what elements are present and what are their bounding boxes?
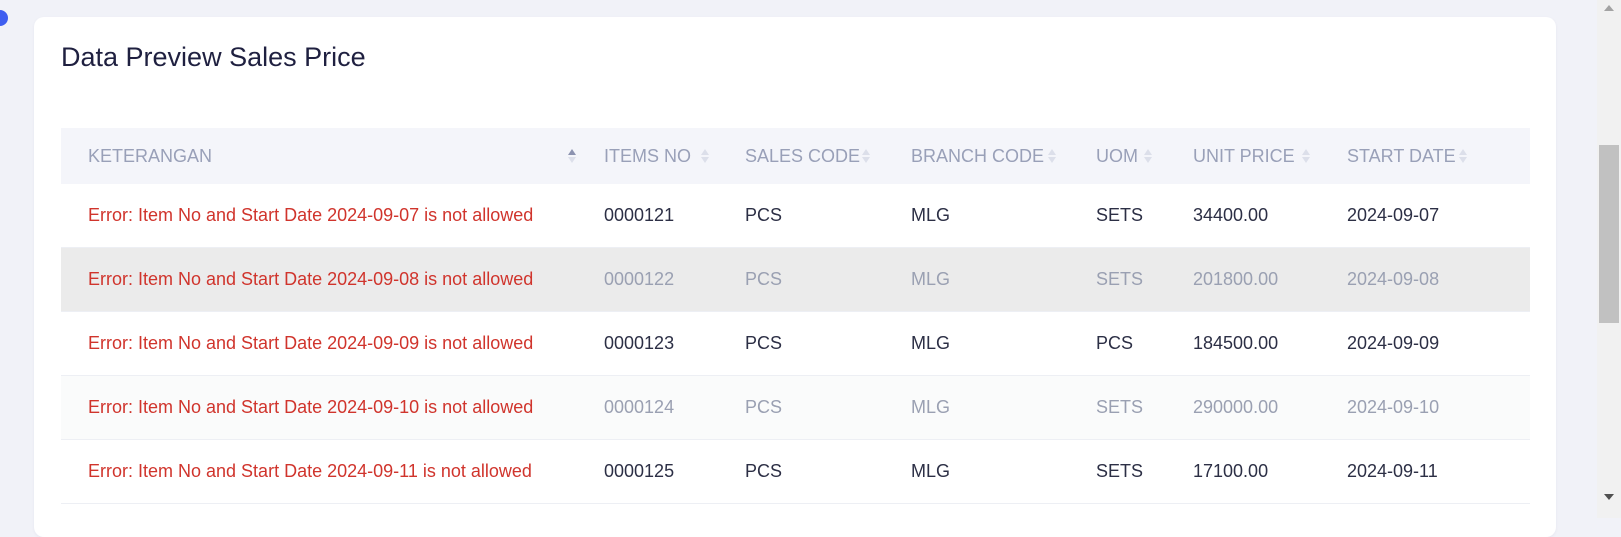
table-header-row: KETERANGAN ITEMS NO SALES CODE BRANCH CO…	[61, 128, 1530, 184]
cell-branch-code: MLG	[884, 311, 1069, 376]
cell-unit-price: 184500.00	[1166, 311, 1320, 376]
scroll-thumb[interactable]	[1599, 145, 1619, 323]
cell-sales-code: PCS	[718, 247, 884, 312]
cell-sales-code: PCS	[718, 311, 884, 376]
table-row[interactable]: Error: Item No and Start Date 2024-09-09…	[61, 311, 1530, 376]
card-title: Data Preview Sales Price	[61, 42, 366, 72]
cell-keterangan: Error: Item No and Start Date 2024-09-10…	[61, 375, 577, 440]
column-header-label: BRANCH CODE	[911, 145, 1045, 166]
table-row[interactable]: Error: Item No and Start Date 2024-09-10…	[61, 375, 1530, 440]
cell-uom: PCS	[1069, 311, 1166, 376]
column-header-branch-code[interactable]: BRANCH CODE	[884, 128, 1069, 184]
column-header-uom[interactable]: UOM	[1069, 128, 1166, 184]
sort-icon[interactable]	[861, 147, 871, 165]
cell-items-no: 0000125	[577, 439, 718, 504]
cell-items-no: 0000124	[577, 375, 718, 440]
cell-keterangan: Error: Item No and Start Date 2024-09-11…	[61, 439, 577, 504]
column-header-start-date[interactable]: START DATE	[1320, 128, 1530, 184]
vertical-scrollbar[interactable]	[1597, 0, 1621, 518]
cell-branch-code: MLG	[884, 375, 1069, 440]
cell-start-date: 2024-09-10	[1320, 375, 1530, 440]
table-row[interactable]: Error: Item No and Start Date 2024-09-11…	[61, 439, 1530, 504]
column-header-keterangan[interactable]: KETERANGAN	[61, 128, 577, 184]
sort-icon[interactable]	[1047, 147, 1057, 165]
cell-sales-code: PCS	[718, 375, 884, 440]
cell-start-date: 2024-09-08	[1320, 247, 1530, 312]
table-container: KETERANGAN ITEMS NO SALES CODE BRANCH CO…	[61, 128, 1530, 504]
column-header-label: UOM	[1096, 145, 1138, 166]
column-header-sales-code[interactable]: SALES CODE	[718, 128, 884, 184]
column-header-label: START DATE	[1347, 145, 1456, 166]
cell-unit-price: 201800.00	[1166, 247, 1320, 312]
cell-unit-price: 17100.00	[1166, 439, 1320, 504]
sales-price-table: KETERANGAN ITEMS NO SALES CODE BRANCH CO…	[61, 128, 1530, 504]
cell-keterangan: Error: Item No and Start Date 2024-09-07…	[61, 184, 577, 248]
cell-items-no: 0000123	[577, 311, 718, 376]
status-dot	[0, 10, 8, 26]
cell-unit-price: 290000.00	[1166, 375, 1320, 440]
sort-asc-icon[interactable]	[567, 147, 577, 165]
table-row[interactable]: Error: Item No and Start Date 2024-09-07…	[61, 184, 1530, 248]
cell-items-no: 0000121	[577, 184, 718, 248]
cell-branch-code: MLG	[884, 247, 1069, 312]
cell-branch-code: MLG	[884, 184, 1069, 248]
cell-keterangan: Error: Item No and Start Date 2024-09-09…	[61, 311, 577, 376]
cell-items-no: 0000122	[577, 247, 718, 312]
sort-icon[interactable]	[1143, 147, 1153, 165]
cell-branch-code: MLG	[884, 439, 1069, 504]
scroll-up-arrow-icon[interactable]	[1604, 5, 1614, 11]
scroll-down-arrow-icon[interactable]	[1604, 494, 1614, 500]
cell-keterangan: Error: Item No and Start Date 2024-09-08…	[61, 247, 577, 312]
column-header-label: UNIT PRICE	[1193, 145, 1295, 166]
table-row[interactable]: Error: Item No and Start Date 2024-09-08…	[61, 247, 1530, 312]
cell-uom: SETS	[1069, 375, 1166, 440]
column-header-label: ITEMS NO	[604, 145, 692, 166]
cell-sales-code: PCS	[718, 439, 884, 504]
cell-unit-price: 34400.00	[1166, 184, 1320, 248]
column-header-label: SALES CODE	[745, 145, 861, 166]
cell-start-date: 2024-09-11	[1320, 439, 1530, 504]
cell-sales-code: PCS	[718, 184, 884, 248]
sort-icon[interactable]	[1301, 147, 1311, 165]
cell-start-date: 2024-09-09	[1320, 311, 1530, 376]
cell-start-date: 2024-09-07	[1320, 184, 1530, 248]
cell-uom: SETS	[1069, 247, 1166, 312]
cell-uom: SETS	[1069, 439, 1166, 504]
data-preview-card: Data Preview Sales Price KETERANGAN ITEM…	[34, 17, 1556, 537]
cell-uom: SETS	[1069, 184, 1166, 248]
column-header-label: KETERANGAN	[88, 145, 213, 166]
column-header-items-no[interactable]: ITEMS NO	[577, 128, 718, 184]
sort-icon[interactable]	[1458, 147, 1468, 165]
column-header-unit-price[interactable]: UNIT PRICE	[1166, 128, 1320, 184]
sort-icon[interactable]	[700, 147, 710, 165]
